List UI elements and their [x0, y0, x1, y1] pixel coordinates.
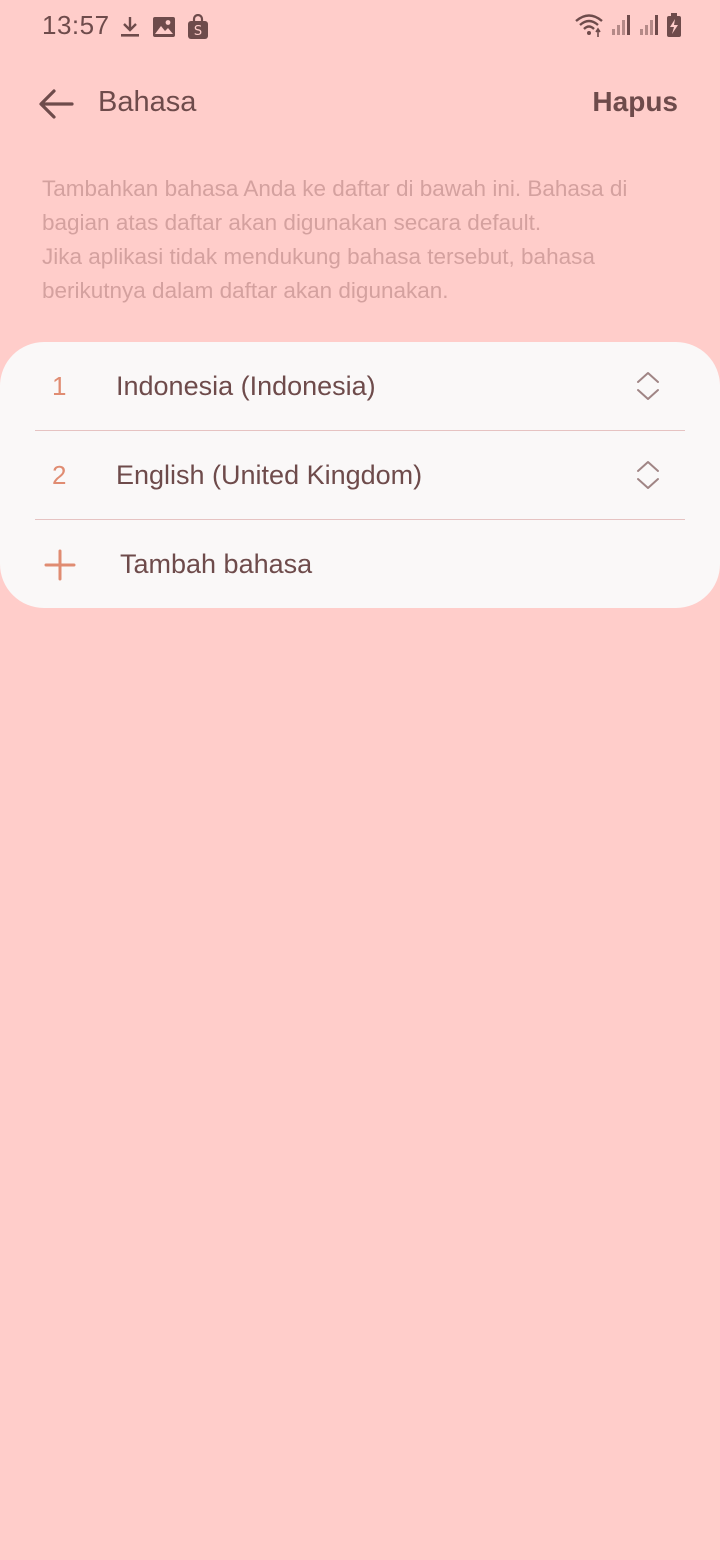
reorder-handle-icon[interactable]: [633, 368, 663, 404]
description-line-1: Tambahkan bahasa Anda ke daftar di bawah…: [42, 176, 628, 235]
signal-icon: [638, 13, 660, 37]
reorder-handle-icon[interactable]: [633, 457, 663, 493]
language-name: English (United Kingdom): [116, 460, 423, 490]
status-time: 13:57: [42, 10, 110, 40]
plus-icon: [44, 549, 76, 581]
description-text: Tambahkan bahasa Anda ke daftar di bawah…: [42, 172, 682, 308]
svg-text:S: S: [194, 24, 202, 39]
notification-icons: S: [118, 14, 210, 40]
language-settings-screen: 13:57 S Bahasa Hapus Tambahkan bahasa An…: [0, 0, 720, 1560]
wifi-icon: [574, 12, 604, 38]
page-title: Bahasa: [98, 86, 197, 118]
add-language-button[interactable]: Tambah bahasa: [35, 520, 685, 608]
battery-charging-icon: [666, 12, 682, 38]
status-bar: 13:57 S: [0, 0, 720, 56]
language-item[interactable]: 1 Indonesia (Indonesia): [35, 342, 685, 430]
signal-icon: [610, 13, 632, 37]
delete-button[interactable]: Hapus: [592, 86, 678, 118]
description-line-2: Jika aplikasi tidak mendukung bahasa ter…: [42, 244, 595, 303]
language-list-card: 1 Indonesia (Indonesia) 2 English (Unite…: [0, 342, 720, 608]
app-header: Bahasa Hapus: [0, 72, 720, 136]
system-icons: [574, 12, 682, 38]
add-language-label: Tambah bahasa: [120, 549, 313, 579]
image-icon: [152, 14, 176, 40]
shop-bag-icon: S: [186, 14, 210, 40]
back-button[interactable]: [30, 78, 82, 130]
language-index: 1: [52, 371, 67, 401]
arrow-left-icon: [39, 89, 74, 119]
language-item[interactable]: 2 English (United Kingdom): [35, 431, 685, 519]
language-index: 2: [52, 460, 67, 490]
download-icon: [118, 14, 142, 40]
language-name: Indonesia (Indonesia): [116, 371, 376, 401]
